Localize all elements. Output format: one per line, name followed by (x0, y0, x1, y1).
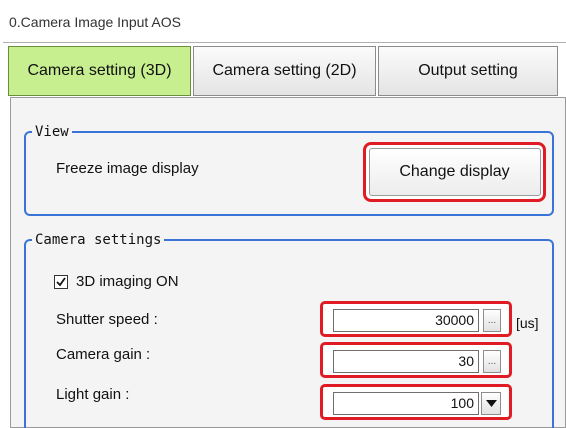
change-display-highlight: Change display (363, 142, 546, 202)
tab-output-setting[interactable]: Output setting (378, 46, 558, 96)
tab-camera-setting-2d[interactable]: Camera setting (2D) (193, 46, 376, 96)
3d-imaging-checkbox[interactable] (54, 275, 68, 289)
checkmark-icon (56, 277, 66, 287)
camera-settings-legend: Camera settings (35, 232, 162, 248)
shutter-speed-browse-button[interactable]: ... (483, 309, 501, 332)
view-legend: View (35, 124, 69, 140)
shutter-speed-highlight: 30000 ... (320, 301, 512, 337)
shutter-speed-label: Shutter speed : (56, 311, 158, 328)
tab-bar: Camera setting (3D) Camera setting (2D) … (8, 46, 566, 98)
camera-gain-browse-button[interactable]: ... (483, 350, 501, 373)
light-gain-select[interactable]: 100 (333, 392, 479, 415)
change-display-button[interactable]: Change display (368, 148, 541, 196)
tab-camera-setting-3d[interactable]: Camera setting (3D) (8, 46, 191, 96)
freeze-image-display-label: Freeze image display (56, 160, 199, 177)
light-gain-dropdown-button[interactable] (481, 392, 501, 415)
camera-gain-highlight: 30 ... (320, 342, 512, 378)
camera-gain-input[interactable]: 30 (333, 350, 479, 373)
shutter-speed-input[interactable]: 30000 (333, 309, 479, 332)
camera-gain-label: Camera gain : (56, 346, 151, 363)
3d-imaging-label: 3D imaging ON (76, 273, 179, 290)
shutter-speed-unit: [us] (516, 315, 539, 331)
title-bar: 0.Camera Image Input AOS (3, 2, 566, 43)
camera-image-input-window: 0.Camera Image Input AOS Camera setting … (0, 0, 566, 428)
light-gain-label: Light gain : (56, 386, 130, 403)
light-gain-highlight: 100 (320, 384, 512, 420)
window-title: 0.Camera Image Input AOS (9, 14, 181, 30)
chevron-down-icon (486, 400, 497, 407)
